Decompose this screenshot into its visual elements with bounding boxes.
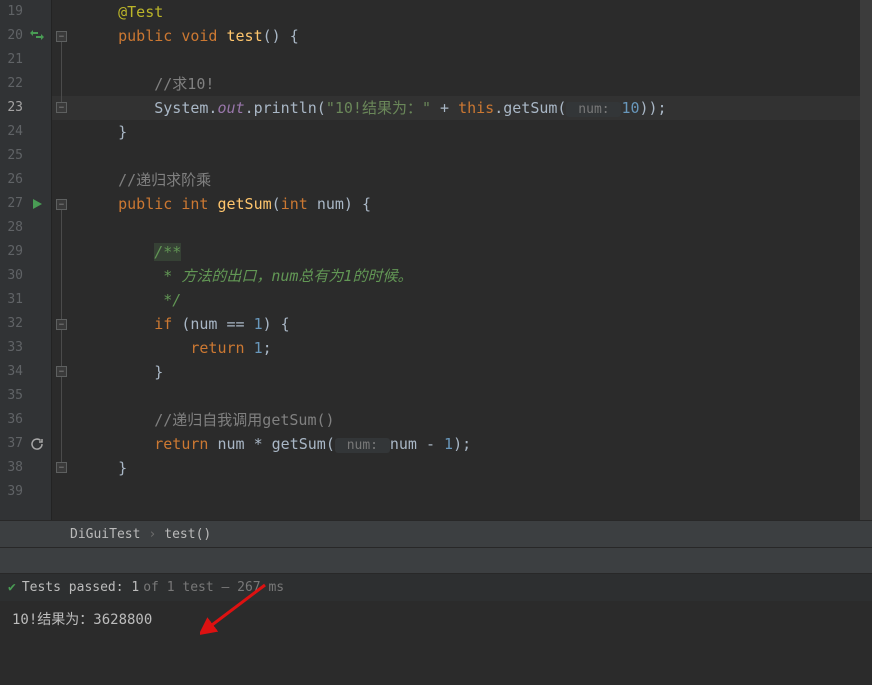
console-output[interactable]: 10!结果为：3628800 — [0, 601, 872, 685]
code-line: } — [82, 120, 872, 144]
recursive-icon[interactable] — [28, 435, 46, 453]
line-number[interactable]: 25 — [0, 144, 51, 168]
line-number[interactable]: 26 — [0, 168, 51, 192]
line-number[interactable]: 24 — [0, 120, 51, 144]
code-line: public int getSum(int num) { — [82, 192, 872, 216]
check-icon: ✔ — [8, 580, 16, 595]
breadcrumb-method[interactable]: test() — [164, 527, 211, 542]
line-number[interactable]: 35 — [0, 384, 51, 408]
code-line-active: System.out.println("10!结果为：" + this.getS… — [82, 96, 872, 120]
code-line: /** — [82, 240, 872, 264]
code-line: return num * getSum( num: num - 1); — [82, 432, 872, 456]
chevron-right-icon: › — [148, 527, 156, 542]
line-number[interactable]: 33 — [0, 336, 51, 360]
console-line: 10!结果为：3628800 — [12, 609, 860, 631]
line-number[interactable]: 29 — [0, 240, 51, 264]
line-number[interactable]: 22 — [0, 72, 51, 96]
breadcrumb-class[interactable]: DiGuiTest — [70, 527, 140, 542]
line-number[interactable]: 28 — [0, 216, 51, 240]
editor-scrollbar[interactable] — [860, 0, 872, 520]
line-number[interactable]: 31 — [0, 288, 51, 312]
line-number[interactable]: 34 — [0, 360, 51, 384]
code-line — [82, 48, 872, 72]
test-status-bar: ✔ Tests passed: 1 of 1 test – 267 ms — [0, 573, 872, 601]
code-line: //求10! — [82, 72, 872, 96]
line-number[interactable]: 36 — [0, 408, 51, 432]
code-line — [82, 144, 872, 168]
run-test-icon[interactable] — [28, 195, 46, 213]
code-line: */ — [82, 288, 872, 312]
code-area[interactable]: @Test public void test() { //求10! System… — [52, 0, 872, 520]
code-line: return 1; — [82, 336, 872, 360]
code-line: //递归自我调用getSum() — [82, 408, 872, 432]
line-number[interactable]: 39 — [0, 480, 51, 504]
line-number[interactable]: 19 — [0, 0, 51, 24]
code-line: if (num == 1) { — [82, 312, 872, 336]
line-number[interactable]: 23 — [0, 96, 51, 120]
breadcrumb[interactable]: DiGuiTest › test() — [0, 520, 872, 548]
line-number[interactable]: 30 — [0, 264, 51, 288]
code-line: * 方法的出口，num总有为1的时候。 — [82, 264, 872, 288]
code-line: @Test — [82, 0, 872, 24]
line-number[interactable]: 21 — [0, 48, 51, 72]
tool-window-header — [0, 548, 872, 573]
code-line: public void test() { — [82, 24, 872, 48]
tests-passed-label: Tests passed: 1 — [22, 580, 139, 595]
code-line: } — [82, 456, 872, 480]
code-line — [82, 216, 872, 240]
code-line: //递归求阶乘 — [82, 168, 872, 192]
code-line: } — [82, 360, 872, 384]
code-line — [82, 384, 872, 408]
editor-area: 1920212223242526272829303132333435363738… — [0, 0, 872, 520]
tests-total: of 1 test – 267 ms — [143, 580, 284, 595]
code-line — [82, 480, 872, 504]
line-number[interactable]: 38 — [0, 456, 51, 480]
line-number[interactable]: 32 — [0, 312, 51, 336]
swap-icon[interactable] — [28, 27, 46, 45]
